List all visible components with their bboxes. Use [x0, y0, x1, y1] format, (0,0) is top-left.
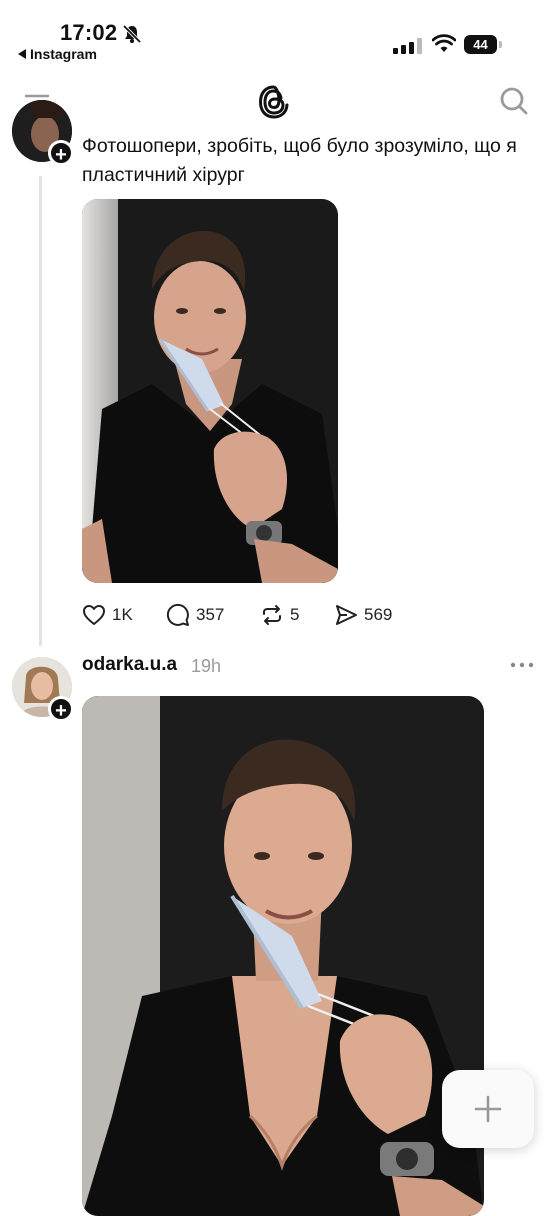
send-icon: [336, 605, 357, 625]
post-photo: [82, 696, 484, 1216]
new-thread-button[interactable]: [442, 1070, 534, 1148]
post-username[interactable]: odarka.u.a: [82, 654, 177, 676]
status-time: 17:02: [60, 20, 118, 45]
post-image[interactable]: [82, 199, 338, 583]
comment-bubble-icon: [166, 603, 189, 626]
post-actions-bar: 1K 357 5 569: [82, 601, 392, 629]
heart-icon: [83, 605, 105, 625]
more-options-icon[interactable]: [510, 661, 534, 669]
post-image[interactable]: [82, 696, 484, 1216]
back-arrow-icon: [18, 49, 26, 59]
like-button[interactable]: 1K: [82, 603, 166, 627]
threads-logo-icon[interactable]: [257, 83, 291, 121]
back-app-label: Instagram: [30, 46, 97, 62]
post-photo: [82, 199, 338, 583]
follow-plus-button[interactable]: +: [48, 696, 74, 722]
cellular-signal-icon: [393, 38, 422, 54]
bell-muted-icon: [122, 24, 142, 44]
repost-count: 5: [290, 605, 300, 624]
battery-level: 44: [464, 35, 497, 54]
repost-icon: [263, 605, 281, 625]
follow-plus-button[interactable]: +: [48, 140, 74, 166]
share-button[interactable]: 569: [334, 603, 392, 627]
reply-button[interactable]: 357: [166, 603, 260, 627]
repost-button[interactable]: 5: [260, 603, 334, 627]
search-icon[interactable]: [499, 86, 529, 116]
plus-icon: [474, 1095, 502, 1123]
battery-indicator: 44: [464, 35, 502, 54]
post-text: Фотошопери, зробіть, щоб було зрозуміло,…: [82, 135, 517, 186]
wifi-icon: [432, 34, 456, 52]
share-count: 569: [364, 605, 393, 624]
like-count: 1K: [112, 605, 133, 624]
post-timestamp: 19h: [191, 656, 222, 676]
reply-count: 357: [196, 605, 225, 624]
thread-connector-line: [39, 176, 42, 646]
battery-nub: [499, 41, 502, 48]
back-to-app-link[interactable]: Instagram: [18, 46, 97, 62]
